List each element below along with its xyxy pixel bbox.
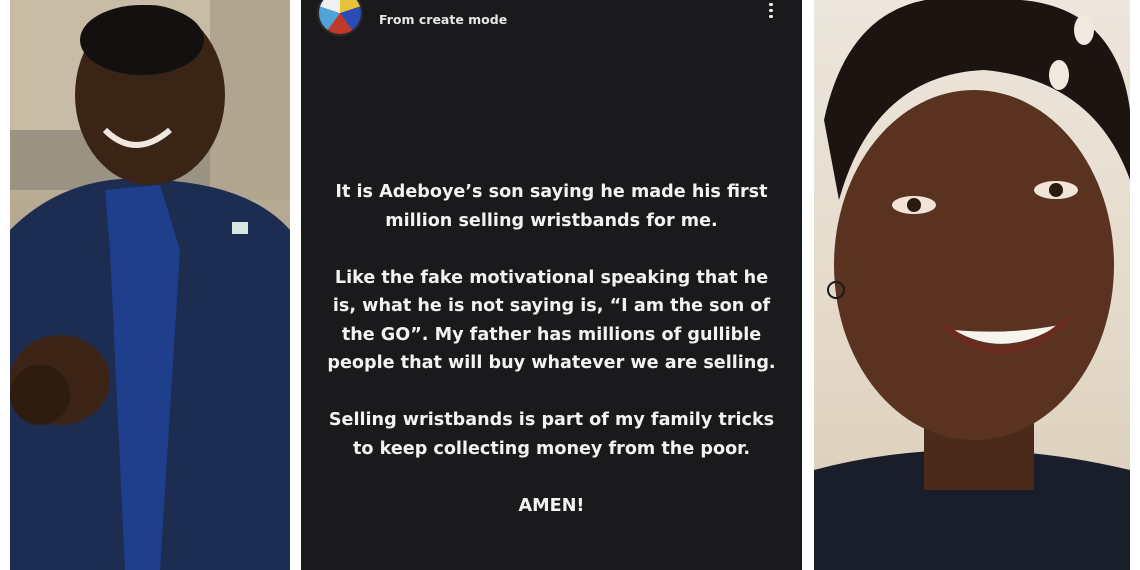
profile-avatar[interactable] — [317, 0, 363, 36]
left-photo — [10, 0, 290, 570]
story-paragraph: It is Adeboye’s son saying he made his f… — [335, 182, 768, 231]
man-in-suit-photo — [10, 0, 290, 570]
create-mode-label: From create mode — [379, 12, 508, 27]
story-screenshot: From create mode It is Adeboye’s son say… — [301, 0, 802, 570]
story-paragraph: AMEN! — [518, 495, 585, 516]
story-header: From create mode — [301, 0, 802, 38]
right-photo — [814, 0, 1130, 570]
story-text: It is Adeboye’s son saying he made his f… — [325, 178, 778, 549]
story-paragraph: Selling wristbands is part of my family … — [328, 410, 775, 459]
smiling-man-portrait — [814, 0, 1130, 570]
story-paragraph: Like the fake motivational speaking that… — [327, 267, 776, 374]
more-vertical-icon[interactable] — [766, 0, 776, 20]
